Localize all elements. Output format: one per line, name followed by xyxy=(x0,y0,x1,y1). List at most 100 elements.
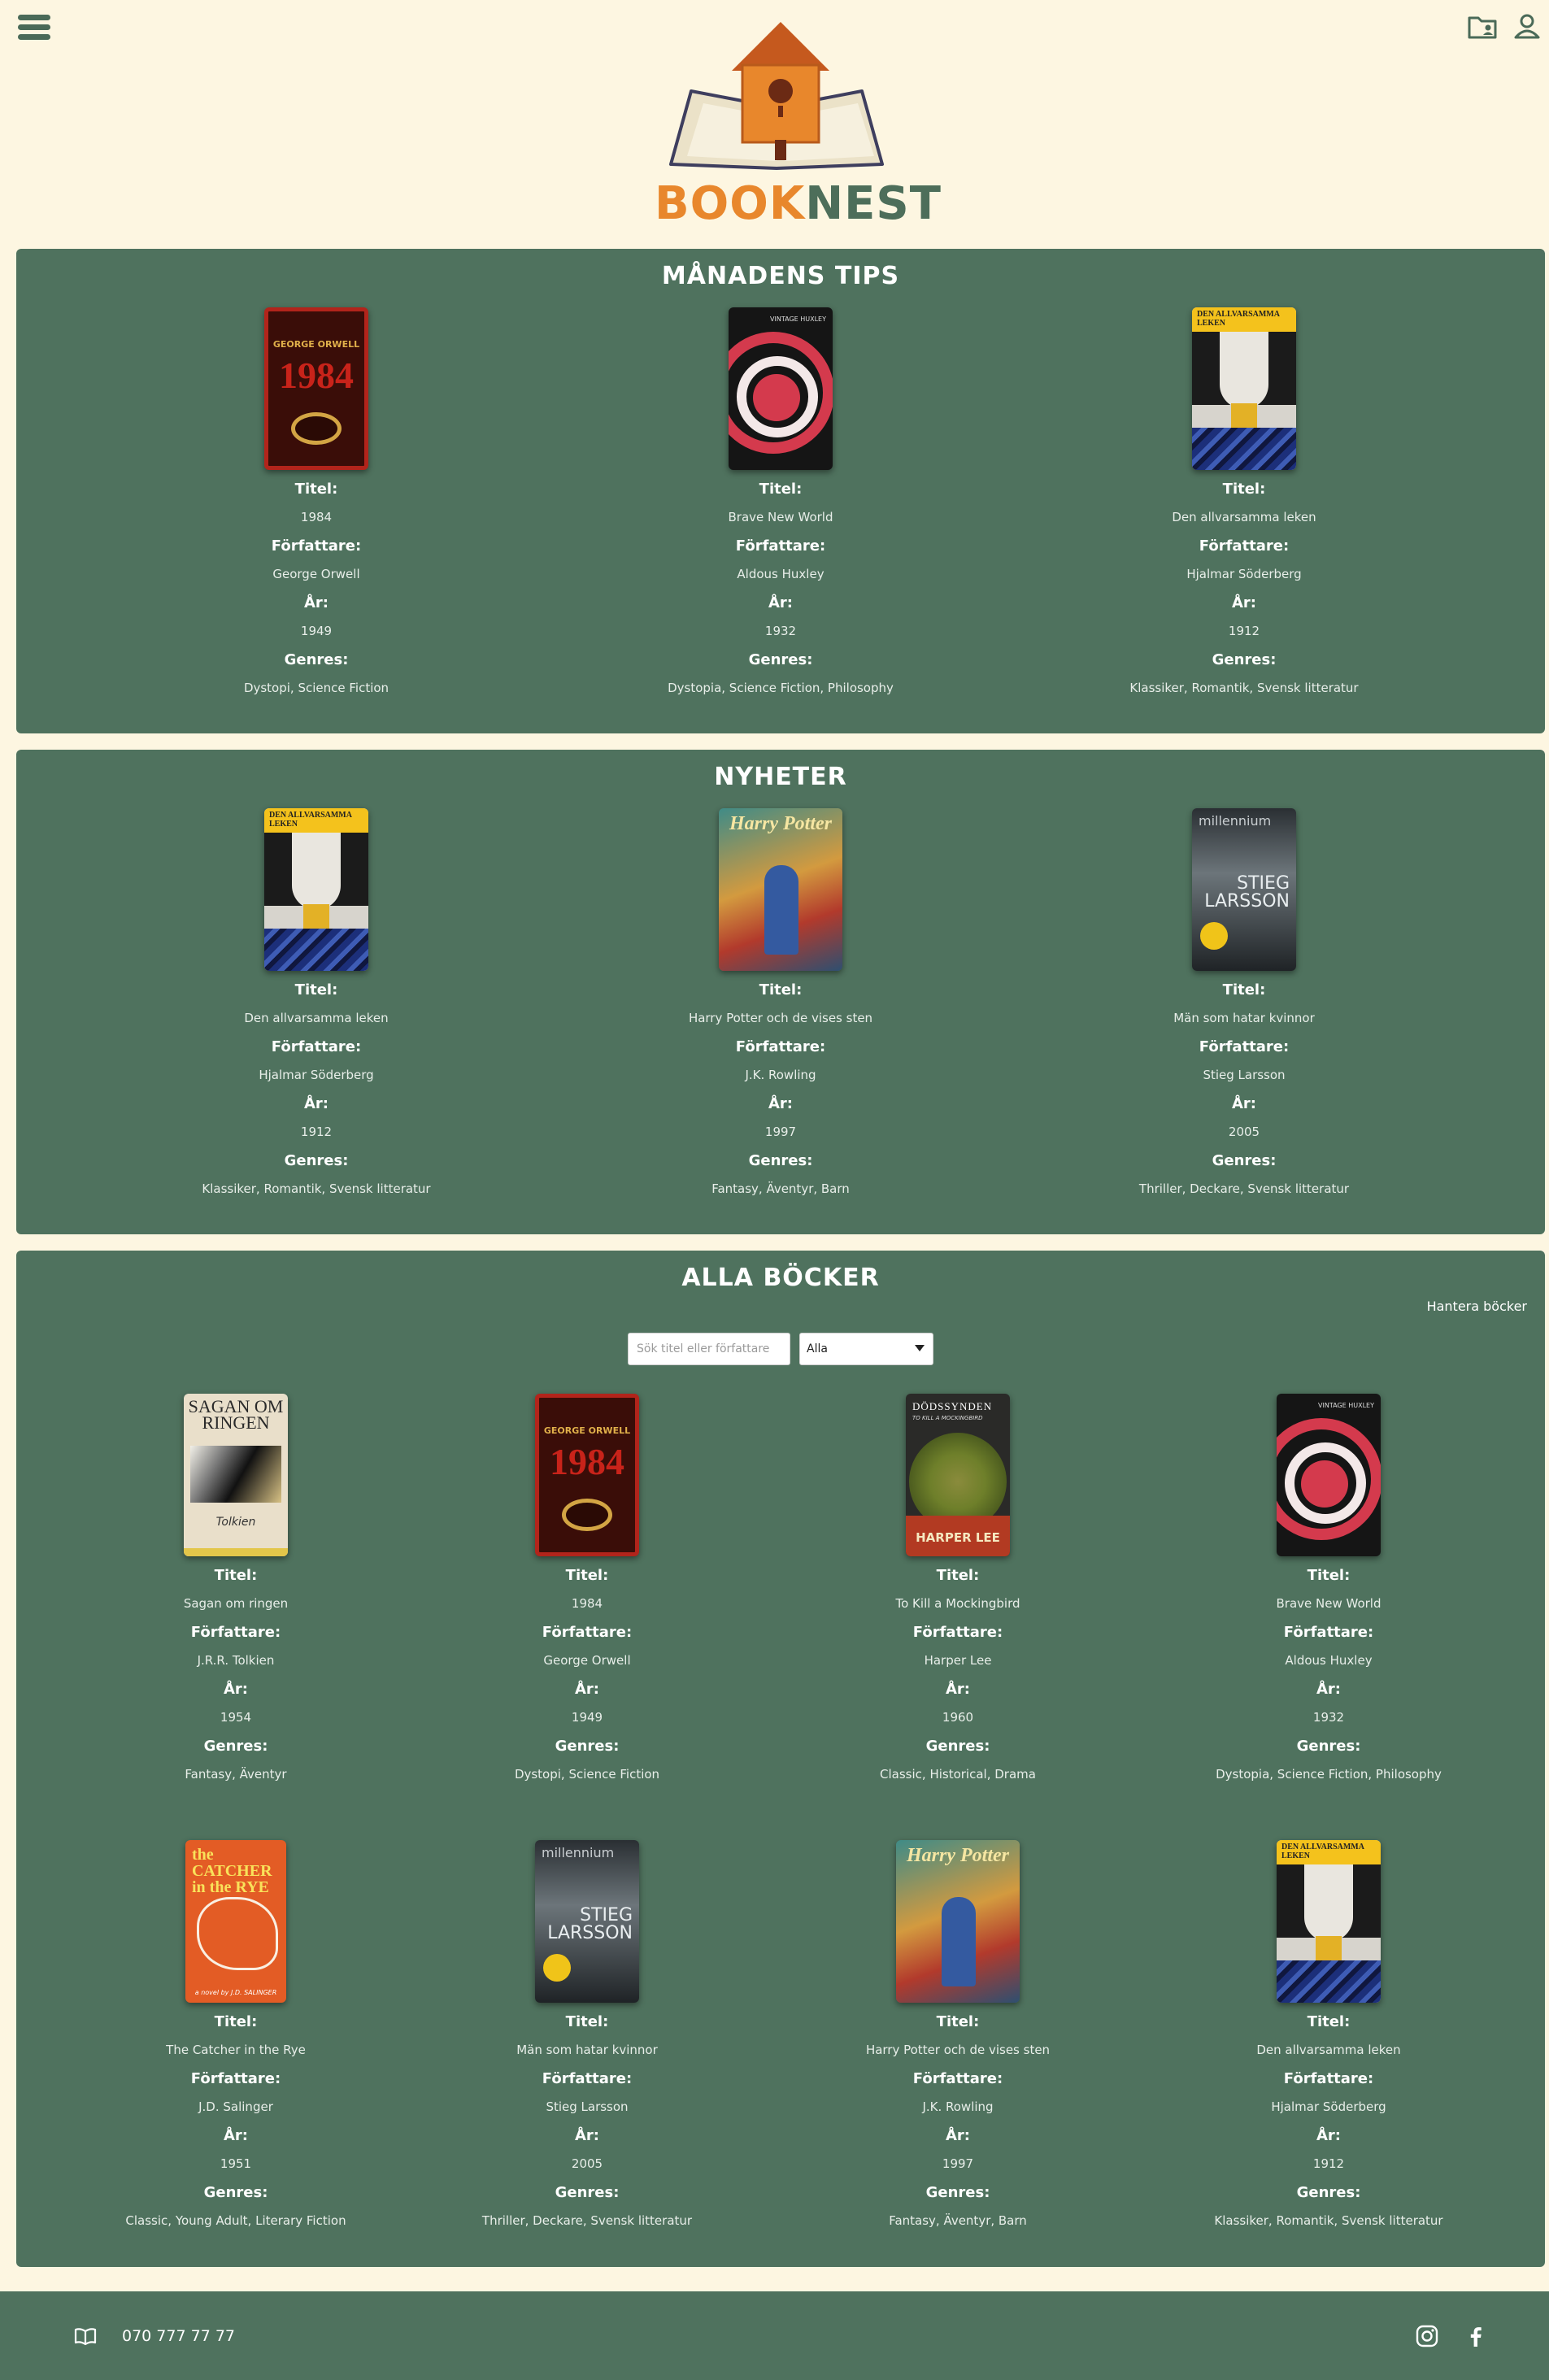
header: BOOKNEST xyxy=(0,0,1549,244)
book-genres: Fantasy, Äventyr, Barn xyxy=(889,2213,1027,2228)
hamburger-menu-icon[interactable] xyxy=(18,15,50,42)
book-cover[interactable]: GEORGE ORWELL 1984 xyxy=(264,307,368,470)
genres-label: Genres: xyxy=(1296,2184,1361,2201)
title-label: Titel: xyxy=(936,2013,980,2030)
title-label: Titel: xyxy=(759,481,803,498)
folder-user-icon[interactable] xyxy=(1466,10,1499,42)
title-label: Titel: xyxy=(759,981,803,999)
manage-books-link[interactable]: Hantera böcker xyxy=(1427,1299,1527,1314)
book-card[interactable]: GEORGE ORWELL 1984 Titel: 1984 Författare… xyxy=(105,307,528,698)
book-cover[interactable]: Harry Potter xyxy=(896,1840,1020,2003)
section-title-monthly: MÅNADENS TIPS xyxy=(661,262,900,290)
author-label: Författare: xyxy=(1283,1624,1374,1641)
author-label: Författare: xyxy=(912,1624,1003,1641)
genres-label: Genres: xyxy=(925,2184,990,2201)
book-cover[interactable]: DEN ALLVARSAMMA LEKEN xyxy=(1277,1840,1381,2003)
book-title: Män som hatar kvinnor xyxy=(1173,1011,1315,1025)
book-genres: Thriller, Deckare, Svensk litteratur xyxy=(481,2213,693,2228)
book-genres: Dystopi, Science Fiction xyxy=(243,681,389,695)
book-cover[interactable]: millennium STIEG LARSSON xyxy=(1192,808,1296,971)
book-author: Hjalmar Söderberg xyxy=(259,1068,374,1082)
genres-label: Genres: xyxy=(1296,1738,1361,1755)
year-label: År: xyxy=(768,594,793,611)
year-label: År: xyxy=(945,2127,970,2144)
title-label: Titel: xyxy=(1222,981,1266,999)
book-card[interactable]: DEN ALLVARSAMMA LEKEN Titel: Den allvars… xyxy=(1117,1840,1540,2230)
book-cover[interactable]: SAGAN OM RINGEN Tolkien xyxy=(184,1394,288,1556)
book-card[interactable]: VINTAGE HUXLEY Titel: Brave New World Fö… xyxy=(569,307,992,698)
book-author: Stieg Larsson xyxy=(1203,1068,1286,1082)
genres-label: Genres: xyxy=(1212,1152,1277,1169)
book-card[interactable]: VINTAGE HUXLEY Titel: Brave New World Fö… xyxy=(1117,1394,1540,1784)
book-year: 1912 xyxy=(1228,624,1260,638)
book-card[interactable]: millennium STIEG LARSSON Titel: Män som h… xyxy=(376,1840,798,2230)
book-card[interactable]: DÖDSSYNDEN TO KILL A MOCKINGBIRD HARPER LE… xyxy=(746,1394,1169,1784)
book-card[interactable]: GEORGE ORWELL 1984 Titel: 1984 Författare… xyxy=(376,1394,798,1784)
book-author: George Orwell xyxy=(543,1653,631,1668)
book-card[interactable]: Harry Potter Titel: Harry Potter och de … xyxy=(569,808,992,1199)
year-label: År: xyxy=(574,1681,599,1698)
user-icon[interactable] xyxy=(1511,10,1543,42)
book-cover[interactable]: GEORGE ORWELL 1984 xyxy=(535,1394,639,1556)
book-genres: Thriller, Deckare, Svensk litteratur xyxy=(1138,1181,1350,1196)
author-label: Författare: xyxy=(735,537,826,555)
genres-label: Genres: xyxy=(748,1152,813,1169)
book-cover[interactable]: DEN ALLVARSAMMA LEKEN xyxy=(1192,307,1296,470)
book-title: Brave New World xyxy=(728,510,833,524)
title-label: Titel: xyxy=(565,2013,609,2030)
filter-selected-value: Alla xyxy=(807,1342,828,1355)
book-cover[interactable]: millennium STIEG LARSSON xyxy=(535,1840,639,2003)
section-title-news: NYHETER xyxy=(714,763,847,791)
book-author: Hjalmar Söderberg xyxy=(1186,567,1302,581)
book-author: Aldous Huxley xyxy=(1285,1653,1373,1668)
book-genres: Klassiker, Romantik, Svensk litteratur xyxy=(1214,2213,1443,2228)
book-card[interactable]: DEN ALLVARSAMMA LEKEN Titel: Den allvars… xyxy=(1033,307,1455,698)
search-input[interactable] xyxy=(628,1333,790,1365)
book-cover[interactable]: the CATCHER in the RYE a novel by J.D. SA… xyxy=(185,1840,286,2003)
book-author: George Orwell xyxy=(272,567,360,581)
monthly-tips-section: MÅNADENS TIPS GEORGE ORWELL 1984 Titel: 1… xyxy=(16,249,1545,733)
open-book-icon xyxy=(73,2324,98,2348)
year-label: År: xyxy=(1316,1681,1341,1698)
book-year: 1997 xyxy=(942,2156,974,2171)
title-label: Titel: xyxy=(936,1567,980,1584)
book-author: Hjalmar Söderberg xyxy=(1271,2099,1386,2114)
book-genres: Classic, Historical, Drama xyxy=(880,1767,1036,1782)
book-genres: Dystopia, Science Fiction, Philosophy xyxy=(668,681,894,695)
book-year: 2005 xyxy=(571,2156,603,2171)
book-author: J.K. Rowling xyxy=(745,1068,816,1082)
book-card[interactable]: DEN ALLVARSAMMA LEKEN Titel: Den allvars… xyxy=(105,808,528,1199)
book-card[interactable]: millennium STIEG LARSSON Titel: Män som h… xyxy=(1033,808,1455,1199)
footer: 070 777 77 77 xyxy=(0,2291,1549,2380)
author-label: Författare: xyxy=(912,2070,1003,2087)
book-title: To Kill a Mockingbird xyxy=(895,1596,1020,1611)
title-label: Titel: xyxy=(1307,2013,1351,2030)
book-cover[interactable]: DEN ALLVARSAMMA LEKEN xyxy=(264,808,368,971)
book-genres: Klassiker, Romantik, Svensk litteratur xyxy=(202,1181,431,1196)
booknest-logo[interactable]: BOOKNEST xyxy=(655,18,941,231)
facebook-icon[interactable] xyxy=(1464,2324,1488,2348)
year-label: År: xyxy=(1231,594,1256,611)
book-cover[interactable]: Harry Potter xyxy=(719,808,842,971)
author-label: Författare: xyxy=(542,2070,633,2087)
book-year: 1997 xyxy=(764,1125,797,1139)
footer-phone: 070 777 77 77 xyxy=(122,2327,236,2345)
book-year: 1960 xyxy=(942,1710,974,1725)
book-title: Den allvarsamma leken xyxy=(1256,2043,1401,2057)
book-year: 1932 xyxy=(764,624,797,638)
author-label: Författare: xyxy=(1283,2070,1374,2087)
year-label: År: xyxy=(303,594,329,611)
book-cover[interactable]: VINTAGE HUXLEY xyxy=(729,307,833,470)
genres-label: Genres: xyxy=(1212,651,1277,668)
news-section: NYHETER DEN ALLVARSAMMA LEKEN Titel: Den… xyxy=(16,750,1545,1234)
instagram-icon[interactable] xyxy=(1415,2324,1439,2348)
book-cover[interactable]: VINTAGE HUXLEY xyxy=(1277,1394,1381,1556)
book-card[interactable]: Harry Potter Titel: Harry Potter och de … xyxy=(746,1840,1169,2230)
year-label: År: xyxy=(768,1095,793,1112)
section-title-all: ALLA BÖCKER xyxy=(681,1264,880,1292)
book-author: J.K. Rowling xyxy=(922,2099,994,2114)
book-cover[interactable]: DÖDSSYNDEN TO KILL A MOCKINGBIRD HARPER LE… xyxy=(906,1394,1010,1556)
genre-filter-select[interactable]: Alla xyxy=(799,1333,933,1365)
author-label: Författare: xyxy=(735,1038,826,1055)
title-label: Titel: xyxy=(565,1567,609,1584)
